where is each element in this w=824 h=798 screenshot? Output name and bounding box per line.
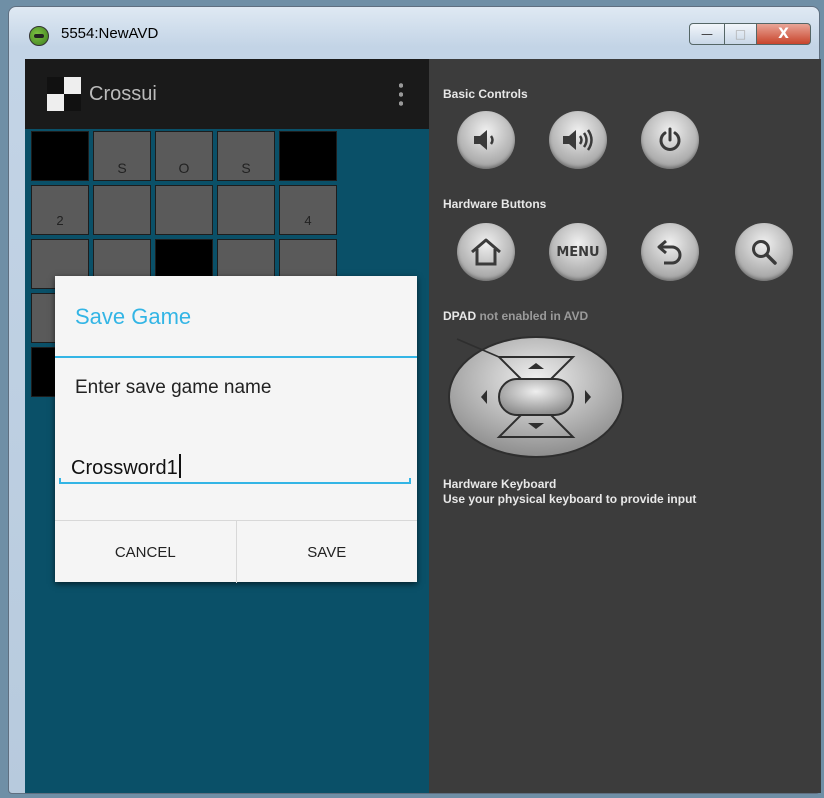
search-button[interactable] bbox=[735, 223, 793, 281]
close-icon: X bbox=[778, 26, 789, 42]
input-underline bbox=[59, 478, 411, 484]
minimize-icon: — bbox=[701, 27, 713, 41]
dialog-title: Save Game bbox=[75, 304, 192, 329]
dpad-control[interactable] bbox=[447, 335, 625, 459]
hardware-keyboard-title: Hardware Keyboard bbox=[443, 477, 557, 491]
back-button[interactable] bbox=[641, 223, 699, 281]
save-name-input-value: Crossword1 bbox=[71, 457, 178, 479]
menu-button-label: MENU bbox=[556, 244, 600, 260]
minimize-button[interactable]: — bbox=[689, 23, 725, 45]
overflow-menu-icon[interactable] bbox=[399, 81, 403, 107]
back-arrow-icon bbox=[657, 239, 682, 265]
grid-cell-black[interactable] bbox=[31, 131, 89, 181]
grid-cell-letter: O bbox=[178, 160, 190, 176]
grid-cell-letter: S bbox=[117, 160, 127, 176]
grid-cell[interactable]: 4 bbox=[279, 185, 337, 235]
save-button[interactable]: SAVE bbox=[235, 521, 418, 583]
text-caret bbox=[178, 454, 181, 478]
dpad-graphic bbox=[448, 336, 624, 458]
action-bar: Crossui bbox=[25, 59, 429, 129]
maximize-icon: □ bbox=[734, 27, 747, 41]
android-emulator-icon bbox=[29, 26, 49, 46]
hardware-keyboard-info: Hardware Keyboard Use your physical keyb… bbox=[443, 477, 696, 507]
device-screen[interactable]: Crossui S O S 2 4 Save Game Enter save game … bbox=[25, 59, 429, 793]
hardware-buttons-label: Hardware Buttons bbox=[443, 197, 547, 211]
volume-up-icon bbox=[563, 129, 593, 151]
home-icon bbox=[471, 238, 501, 266]
emulator-window: 5554:NewAVD — □ X Crossui S O S 2 4 Save Gam… bbox=[8, 6, 821, 794]
dialog-title-divider bbox=[55, 356, 417, 358]
search-icon bbox=[752, 240, 777, 265]
volume-up-button[interactable] bbox=[549, 111, 607, 169]
dpad-label-rest: not enabled in AVD bbox=[476, 309, 589, 323]
volume-down-button[interactable] bbox=[457, 111, 515, 169]
menu-button[interactable]: MENU bbox=[549, 223, 607, 281]
dpad-label: DPAD not enabled in AVD bbox=[443, 309, 588, 323]
dialog-button-bar: CANCEL SAVE bbox=[55, 520, 417, 583]
grid-cell[interactable]: 2 bbox=[31, 185, 89, 235]
maximize-button[interactable]: □ bbox=[725, 23, 757, 45]
grid-cell-number: 2 bbox=[56, 213, 64, 228]
window-title: 5554:NewAVD bbox=[61, 25, 159, 42]
volume-down-icon bbox=[474, 130, 494, 150]
crossword-logo-icon[interactable] bbox=[47, 77, 81, 111]
close-button[interactable]: X bbox=[757, 23, 811, 45]
grid-cell[interactable]: O bbox=[155, 131, 213, 181]
cancel-button[interactable]: CANCEL bbox=[55, 521, 236, 583]
grid-cell[interactable] bbox=[93, 185, 151, 235]
save-game-dialog: Save Game Enter save game name Crossword… bbox=[55, 276, 417, 583]
power-button[interactable] bbox=[641, 111, 699, 169]
window-titlebar[interactable]: 5554:NewAVD — □ X bbox=[9, 7, 819, 59]
save-name-input[interactable]: Crossword1 bbox=[59, 452, 411, 484]
grid-cell[interactable]: S bbox=[93, 131, 151, 181]
window-controls: — □ X bbox=[689, 23, 811, 47]
grid-cell[interactable] bbox=[217, 185, 275, 235]
hardware-keyboard-desc: Use your physical keyboard to provide in… bbox=[443, 492, 697, 506]
grid-cell[interactable] bbox=[155, 185, 213, 235]
power-icon bbox=[659, 127, 681, 151]
grid-cell-black[interactable] bbox=[279, 131, 337, 181]
emulator-client-area: Crossui S O S 2 4 Save Game Enter save game … bbox=[25, 59, 821, 793]
dpad-label-bold: DPAD bbox=[443, 309, 477, 323]
basic-controls-label: Basic Controls bbox=[443, 87, 528, 101]
emulator-control-panel: Basic Controls Hardware Buttons MENU DPA… bbox=[429, 59, 821, 793]
home-button[interactable] bbox=[457, 223, 515, 281]
grid-cell[interactable]: S bbox=[217, 131, 275, 181]
dialog-message: Enter save game name bbox=[75, 377, 272, 398]
grid-cell-letter: S bbox=[241, 160, 251, 176]
action-bar-title: Crossui bbox=[89, 83, 157, 105]
grid-cell-number: 4 bbox=[304, 213, 312, 228]
save-name-input-value-wrap: Crossword1 bbox=[71, 454, 181, 480]
